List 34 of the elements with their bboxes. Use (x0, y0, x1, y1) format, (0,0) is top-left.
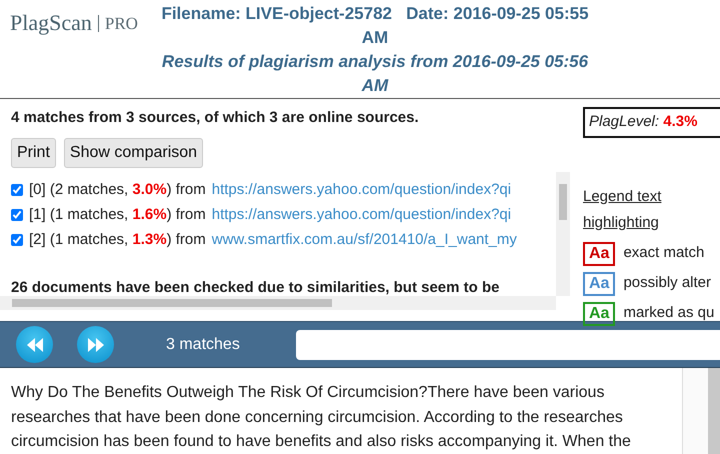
search-field[interactable] (296, 330, 720, 360)
file-info: Filename: LIVE-object-25782 Date: 2016-09-25 05:55 AM (160, 3, 590, 49)
logo: PlagScan (10, 12, 92, 34)
source-checkbox[interactable] (11, 234, 23, 246)
print-button[interactable]: Print (11, 138, 56, 168)
legend-label: marked as qu (623, 303, 714, 324)
legend-label: possibly alter (623, 273, 711, 294)
results-title: Results of plagiarism analysis from 2016-09-25 05:56 AM (160, 51, 590, 97)
source-info: [1] (1 matches, 1.6%) from (29, 204, 206, 225)
source-link[interactable]: https://answers.yahoo.com/question/index?qi (212, 178, 512, 202)
highlight-sample: Aa (583, 242, 616, 266)
rewind-icon (24, 336, 44, 352)
highlight-sample: Aa (583, 302, 616, 326)
plag-level-label: PlagLevel: (589, 113, 660, 130)
horizontal-scrollbar[interactable] (0, 296, 556, 310)
show-comparison-button[interactable]: Show comparison (64, 138, 204, 168)
previous-match-button[interactable] (16, 326, 53, 363)
highlight-sample: Aa (583, 272, 616, 296)
fast-forward-icon (86, 336, 106, 352)
source-link[interactable]: www.smartfix.com.au/sf/201410/a_I_want_my (212, 228, 517, 252)
checked-documents-note: 26 documents have been checked due to similarities, but seem to be (11, 278, 500, 298)
source-checkbox[interactable] (11, 209, 23, 221)
matches-summary: 4 matches from 3 sources, of which 3 are online sources. (11, 108, 420, 128)
vertical-scrollbar[interactable] (556, 172, 570, 296)
match-count: 3 matches (166, 334, 241, 354)
next-match-button[interactable] (77, 326, 114, 363)
source-info: [0] (2 matches, 3.0%) from (29, 180, 206, 200)
source-info: [2] (1 matches, 1.3%) from (29, 230, 206, 250)
document-scrollbar[interactable] (683, 368, 720, 454)
source-checkbox[interactable] (11, 184, 23, 196)
edition-label: PRO (98, 15, 138, 32)
plag-level-value: 4.3% (663, 113, 698, 130)
legend-label: exact match (623, 243, 704, 264)
source-link[interactable]: https://answers.yahoo.com/question/index?qi (212, 204, 512, 226)
